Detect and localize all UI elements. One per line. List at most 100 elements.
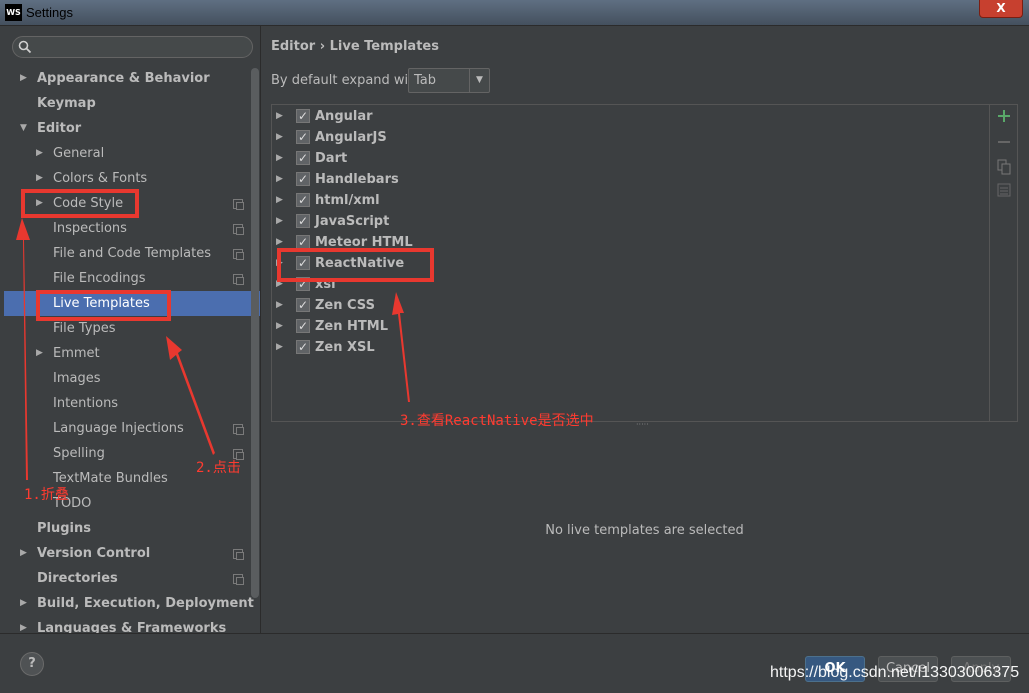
chevron-right-icon[interactable]: ▶ (276, 148, 283, 169)
sidebar-item[interactable]: ▶ Build, Execution, Deployment (0, 591, 254, 616)
chevron-right-icon[interactable]: ▶ (276, 190, 283, 211)
plus-icon[interactable] (996, 109, 1012, 125)
template-group-checkbox[interactable] (296, 211, 310, 232)
template-group-checkbox[interactable] (296, 106, 310, 127)
project-copy-icon (233, 424, 244, 435)
chevron-right-icon[interactable]: ▶ (36, 341, 43, 366)
chevron-right-icon[interactable]: ▶ (276, 106, 283, 127)
sidebar-item[interactable]: Images (0, 366, 250, 391)
list-icon[interactable] (996, 183, 1012, 199)
search-input[interactable] (12, 36, 253, 58)
chevron-right-icon[interactable]: ▶ (20, 66, 27, 91)
chevron-right-icon[interactable]: ▶ (276, 316, 283, 337)
project-copy-icon (233, 199, 244, 210)
annotation-box-live-templates (36, 290, 171, 321)
sidebar-item-label: Editor (37, 121, 82, 136)
minus-icon[interactable] (996, 135, 1012, 151)
project-copy-icon (233, 274, 244, 285)
sidebar-item[interactable]: Intentions (0, 391, 250, 416)
sidebar-item-label: Version Control (37, 546, 151, 561)
project-copy-icon (233, 549, 244, 560)
template-group-label: JavaScript (315, 214, 390, 229)
template-group-checkbox[interactable] (296, 232, 310, 253)
chevron-right-icon[interactable]: ▶ (276, 127, 283, 148)
template-group-label: AngularJS (315, 130, 387, 145)
chevron-right-icon[interactable]: ▶ (20, 591, 27, 616)
dialog-footer: ? OK Cancel Apply (0, 633, 1029, 693)
expand-with-value: Tab (414, 73, 437, 88)
template-group-checkbox[interactable] (296, 148, 310, 169)
sidebar-item[interactable]: Language Injections (0, 416, 250, 441)
sidebar-item[interactable]: Keymap (0, 91, 250, 116)
chevron-right-icon[interactable]: ▶ (36, 166, 43, 191)
template-group-label: Angular (315, 109, 373, 124)
template-group-row[interactable]: ▶ Handlebars (272, 169, 972, 190)
sidebar-item[interactable]: ▶ General (0, 141, 250, 166)
expand-with-label: By default expand with (271, 73, 422, 88)
sidebar-item[interactable]: File Encodings (0, 266, 250, 291)
sidebar-item[interactable]: ▶ Colors & Fonts (0, 166, 250, 191)
template-group-checkbox[interactable] (296, 295, 310, 316)
sidebar-item[interactable]: Inspections (0, 216, 250, 241)
webstorm-logo: WS (5, 4, 22, 21)
chevron-right-icon[interactable]: ▶ (20, 541, 27, 566)
template-group-label: Zen CSS (315, 298, 375, 313)
chevron-down-icon[interactable]: ▼ (469, 69, 489, 92)
chevron-right-icon[interactable]: ▶ (276, 211, 283, 232)
sidebar-item[interactable]: File and Code Templates (0, 241, 250, 266)
chevron-right-icon[interactable]: ▶ (276, 169, 283, 190)
help-button[interactable]: ? (20, 652, 44, 676)
sidebar-item-label: Build, Execution, Deployment (37, 596, 254, 611)
sidebar-item[interactable]: ▶ Appearance & Behavior (0, 66, 250, 91)
sidebar-item-label: Intentions (53, 396, 119, 411)
template-group-checkbox[interactable] (296, 190, 310, 211)
window-title: Settings (26, 5, 73, 20)
chevron-right-icon[interactable]: ▶ (276, 337, 283, 358)
sidebar-item[interactable]: ▶ Version Control (0, 541, 250, 566)
template-group-checkbox[interactable] (296, 169, 310, 190)
chevron-right-icon[interactable]: ▶ (36, 141, 43, 166)
template-group-checkbox[interactable] (296, 316, 310, 337)
template-group-row[interactable]: ▶ html/xml (272, 190, 972, 211)
search-icon (18, 40, 32, 54)
sidebar-item-label: Inspections (53, 221, 127, 236)
templates-toolbar (989, 105, 1017, 421)
sidebar-item[interactable]: Directories (0, 566, 250, 591)
template-group-checkbox[interactable] (296, 337, 310, 358)
sidebar-item-label: Directories (37, 571, 118, 586)
close-button[interactable]: X (979, 0, 1023, 18)
sidebar-scrollbar[interactable] (251, 68, 259, 598)
resize-handle[interactable]: ····· (636, 420, 649, 429)
template-group-label: html/xml (315, 193, 380, 208)
template-group-row[interactable]: ▶ Zen HTML (272, 316, 972, 337)
template-group-row[interactable]: ▶ JavaScript (272, 211, 972, 232)
template-group-row[interactable]: ▶ Zen CSS (272, 295, 972, 316)
template-group-row[interactable]: ▶ Angular (272, 106, 972, 127)
sidebar-item[interactable]: Plugins (0, 516, 250, 541)
template-group-checkbox[interactable] (296, 127, 310, 148)
template-group-row[interactable]: ▶ Dart (272, 148, 972, 169)
annotation-step2: 2.点击 (196, 460, 241, 476)
watermark-text: https://blog.csdn.net/l13303006375 (770, 664, 1020, 681)
chevron-down-icon[interactable]: ▼ (20, 116, 27, 141)
sidebar-item-label: File and Code Templates (53, 246, 211, 261)
copy-icon[interactable] (996, 159, 1012, 175)
template-group-label: Zen XSL (315, 340, 375, 355)
sidebar-item-label: General (53, 146, 105, 161)
template-group-label: Handlebars (315, 172, 399, 187)
chevron-right-icon[interactable]: ▶ (276, 295, 283, 316)
breadcrumb: Editor › Live Templates (271, 39, 439, 54)
template-group-row[interactable]: ▶ AngularJS (272, 127, 972, 148)
sidebar-item-label: Language Injections (53, 421, 184, 436)
template-group-row[interactable]: ▶ Zen XSL (272, 337, 972, 358)
expand-with-select[interactable]: Tab ▼ (408, 68, 490, 93)
sidebar-item[interactable]: ▶ Emmet (0, 341, 250, 366)
empty-selection-message: No live templates are selected (545, 523, 744, 538)
annotation-box-code-style (21, 189, 139, 218)
annotation-step1: 1.折叠 (24, 487, 69, 503)
sidebar-item-label: File Encodings (53, 271, 146, 286)
sidebar-item-label: Keymap (37, 96, 96, 111)
settings-sidebar: ▶ Appearance & Behavior Keymap ▼ Editor ▶ Gene… (0, 26, 261, 636)
sidebar-item[interactable]: ▼ Editor (0, 116, 250, 141)
title-bar: WS Settings X (0, 0, 1029, 26)
